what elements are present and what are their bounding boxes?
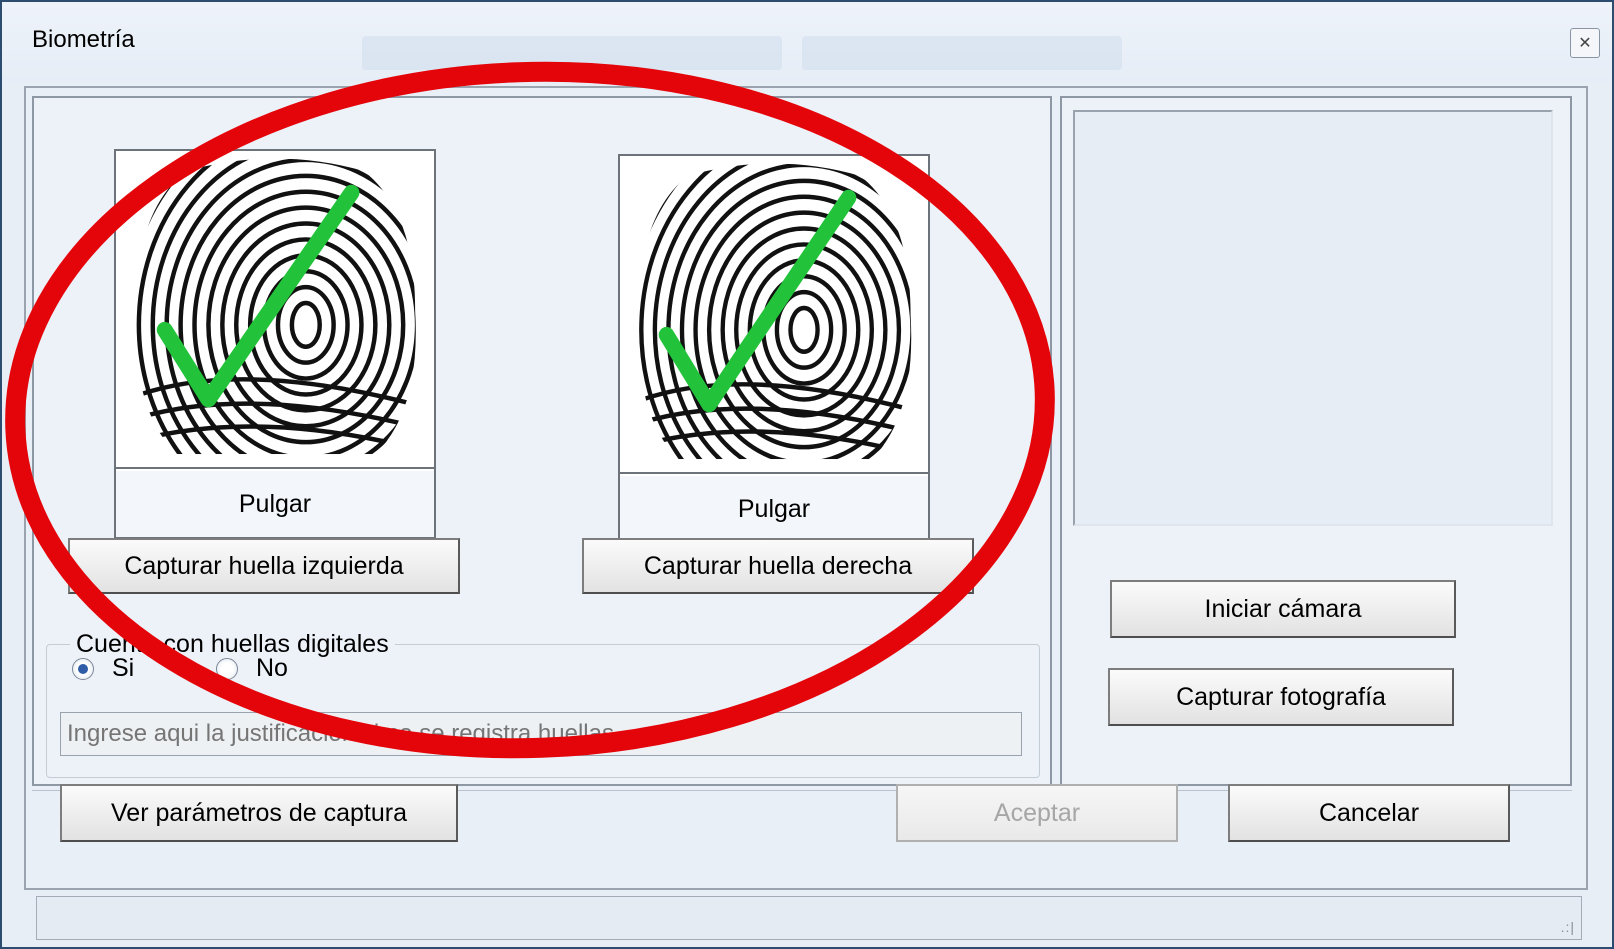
radio-no-label: No bbox=[256, 654, 288, 682]
radio-si[interactable]: Si bbox=[72, 654, 134, 683]
start-camera-button[interactable]: Iniciar cámara bbox=[1110, 580, 1456, 638]
capture-right-fingerprint-button[interactable]: Capturar huella derecha bbox=[582, 538, 974, 594]
view-capture-parameters-button[interactable]: Ver parámetros de captura bbox=[60, 784, 458, 842]
capture-photo-button[interactable]: Capturar fotografía bbox=[1108, 668, 1454, 726]
left-fingerprint-image bbox=[116, 158, 434, 469]
photo-preview bbox=[1073, 110, 1553, 526]
status-bar: .:| bbox=[36, 896, 1582, 940]
justification-input[interactable] bbox=[60, 712, 1022, 756]
close-icon: ✕ bbox=[1578, 35, 1592, 52]
background-window-button bbox=[802, 36, 1122, 70]
right-finger-label: Pulgar bbox=[620, 476, 928, 542]
right-fingerprint-image bbox=[620, 163, 928, 474]
accept-button[interactable]: Aceptar bbox=[896, 784, 1178, 842]
window-title: Biometría bbox=[32, 26, 135, 53]
left-finger-label: Pulgar bbox=[116, 471, 434, 537]
right-fingerprint-box: Pulgar bbox=[618, 154, 930, 544]
radio-no[interactable]: No bbox=[216, 654, 288, 683]
radio-si-label: Si bbox=[112, 654, 135, 682]
title-bar: Biometría ✕ bbox=[2, 2, 1612, 82]
radio-no-indicator[interactable] bbox=[216, 657, 238, 680]
has-fingerprints-group bbox=[46, 644, 1040, 778]
left-fingerprint-box: Pulgar bbox=[114, 149, 436, 539]
cancel-button[interactable]: Cancelar bbox=[1228, 784, 1510, 842]
capture-left-fingerprint-button[interactable]: Capturar huella izquierda bbox=[68, 538, 460, 594]
radio-si-indicator[interactable] bbox=[72, 657, 94, 680]
background-window-field bbox=[362, 36, 782, 70]
resize-grip-icon[interactable]: .:| bbox=[1561, 919, 1575, 935]
biometria-dialog: Biometría ✕ Pulgar Pulgar Capturar huell… bbox=[0, 0, 1614, 949]
close-button[interactable]: ✕ bbox=[1570, 28, 1600, 58]
